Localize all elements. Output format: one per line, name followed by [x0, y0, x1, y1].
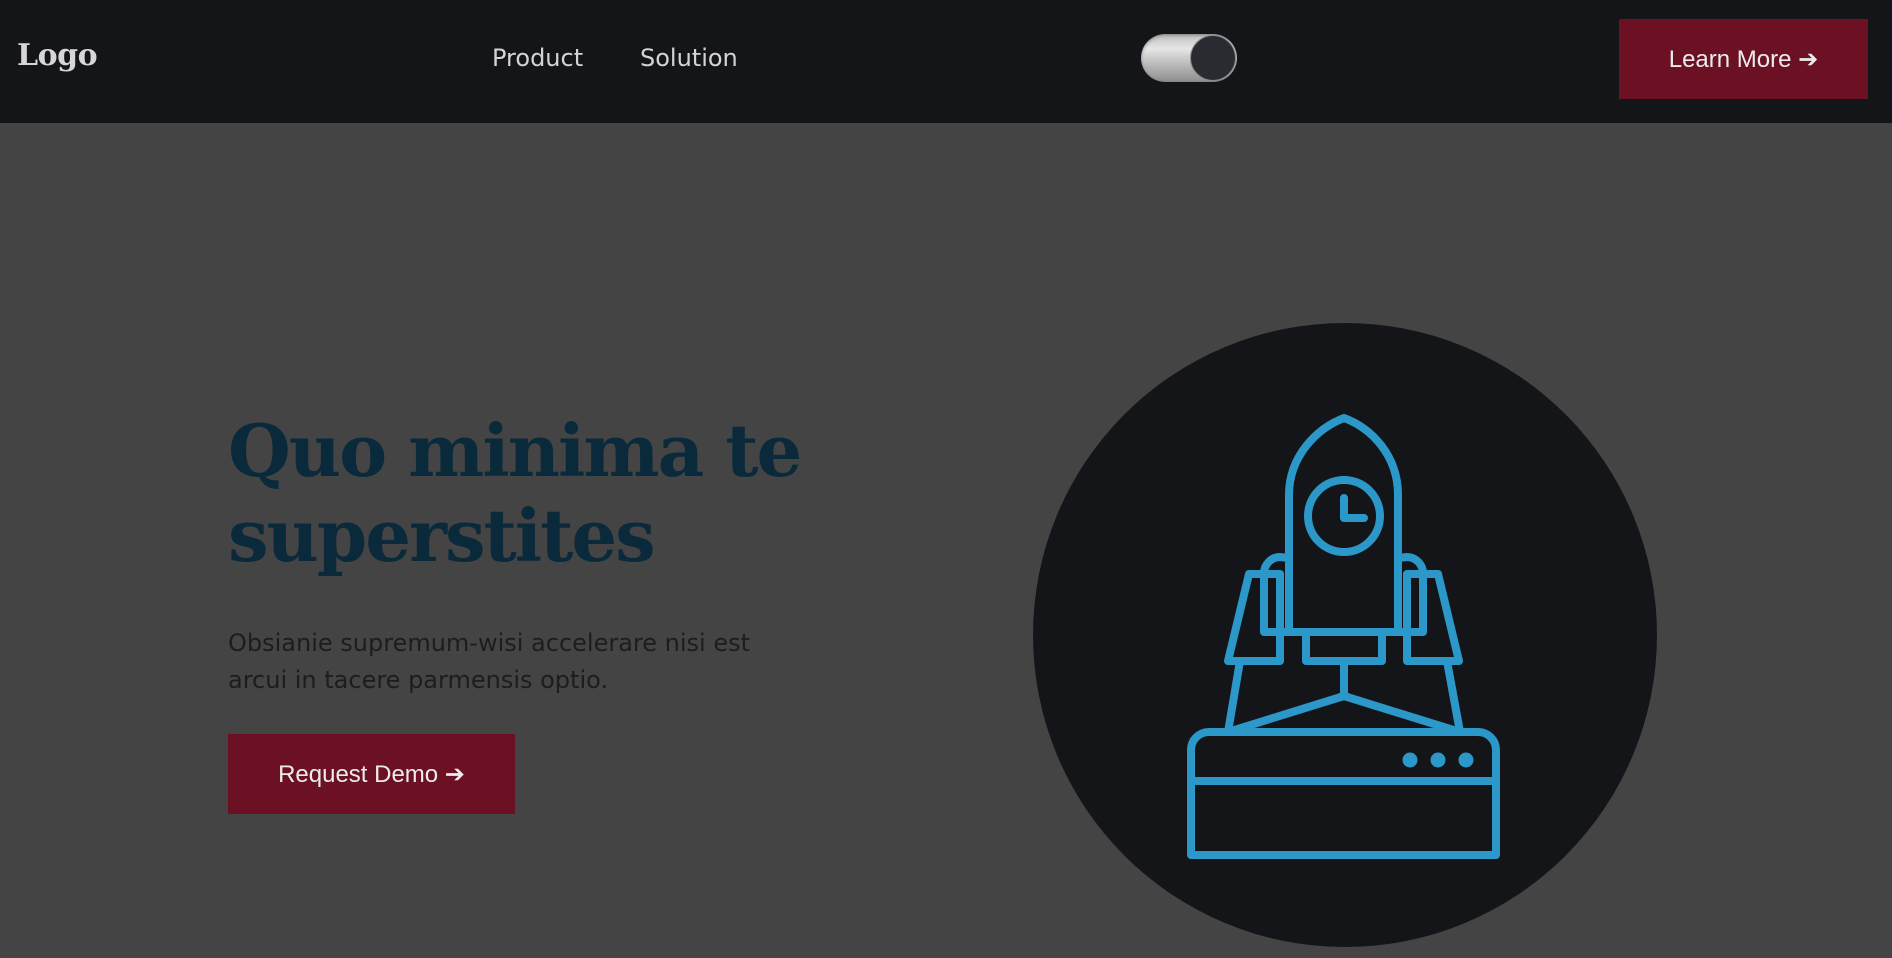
learn-more-button[interactable]: Learn More ➔ — [1619, 19, 1868, 99]
hero-title: Quo minima te superstites — [228, 408, 802, 578]
nav-link-product[interactable]: Product — [492, 44, 583, 72]
top-navbar: Logo Product Solution Learn More ➔ — [0, 0, 1892, 123]
hero-description: Obsianie supremum-wisi accelerare nisi e… — [228, 629, 751, 694]
rocket-launch-icon — [1187, 414, 1500, 859]
toggle-knob — [1190, 35, 1236, 81]
theme-toggle[interactable] — [1141, 34, 1237, 82]
logo[interactable]: Logo — [17, 38, 98, 73]
nav-link-solution[interactable]: Solution — [640, 44, 738, 72]
request-demo-button[interactable]: Request Demo ➔ — [228, 734, 515, 814]
